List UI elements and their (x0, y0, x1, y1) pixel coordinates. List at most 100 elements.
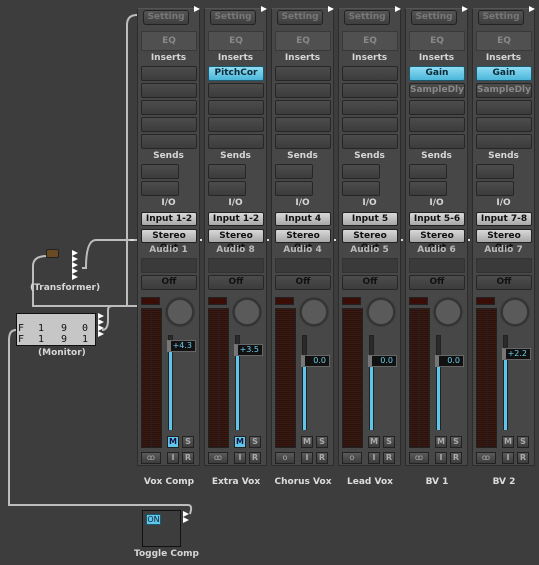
insert-slot[interactable]: SampleDly (409, 83, 465, 98)
insert-slot[interactable] (141, 66, 197, 81)
input-button[interactable]: Input 1-2 (208, 212, 264, 226)
insert-slot[interactable] (141, 83, 197, 98)
group-slot[interactable] (342, 258, 398, 273)
input-monitor-button[interactable]: I (167, 452, 179, 464)
automation-button[interactable]: Off (275, 275, 331, 290)
insert-slot[interactable] (141, 117, 197, 132)
mute-button[interactable]: M (368, 436, 380, 448)
fader-value[interactable]: +3.5 (234, 344, 263, 356)
pan-knob[interactable] (299, 297, 329, 327)
mute-button[interactable]: M (435, 436, 447, 448)
output-button[interactable]: Stereo Out (208, 229, 264, 253)
stereo-format-button[interactable]: ꝏ (208, 452, 228, 464)
clip-indicator[interactable] (208, 297, 227, 305)
output-button[interactable]: Stereo Out (409, 229, 465, 253)
insert-slot[interactable] (409, 100, 465, 115)
output-button[interactable]: Stereo Out (476, 229, 532, 253)
automation-button[interactable]: Off (409, 275, 465, 290)
output-port-icon[interactable] (194, 6, 200, 12)
automation-button[interactable]: Off (208, 275, 264, 290)
insert-slot[interactable] (476, 134, 532, 149)
automation-button[interactable]: Off (342, 275, 398, 290)
fader-value[interactable]: 0.0 (301, 355, 330, 367)
send-slot[interactable] (275, 164, 313, 179)
send-slot[interactable] (476, 164, 514, 179)
insert-slot[interactable] (342, 100, 398, 115)
record-enable-button[interactable]: R (316, 452, 328, 464)
output-button[interactable]: Stereo Out (342, 229, 398, 253)
fader-value[interactable]: +4.3 (167, 340, 196, 352)
insert-slot[interactable] (275, 100, 331, 115)
eq-display[interactable]: EQ (409, 31, 465, 51)
output-port-icon[interactable] (529, 6, 535, 12)
input-monitor-button[interactable]: I (368, 452, 380, 464)
send-slot[interactable] (476, 181, 514, 196)
send-slot[interactable] (141, 181, 179, 196)
mono-format-button[interactable]: o (275, 452, 295, 464)
insert-slot[interactable] (409, 117, 465, 132)
pan-knob[interactable] (232, 297, 262, 327)
clip-indicator[interactable] (141, 297, 160, 305)
insert-slot[interactable]: PitchCor (208, 66, 264, 81)
send-slot[interactable] (409, 181, 447, 196)
send-slot[interactable] (141, 164, 179, 179)
eq-display[interactable]: EQ (208, 31, 264, 51)
insert-slot[interactable] (275, 134, 331, 149)
input-button[interactable]: Input 7-8 (476, 212, 532, 226)
record-enable-button[interactable]: R (182, 452, 194, 464)
insert-slot[interactable] (208, 117, 264, 132)
insert-slot[interactable] (275, 66, 331, 81)
insert-slot[interactable] (476, 117, 532, 132)
toggle-comp-object[interactable]: ON (142, 510, 181, 547)
output-port-icon[interactable] (261, 6, 267, 12)
solo-button[interactable]: S (316, 436, 328, 448)
insert-slot[interactable] (342, 83, 398, 98)
output-port-icon[interactable] (183, 517, 189, 523)
transformer-icon[interactable] (46, 249, 59, 258)
automation-button[interactable]: Off (476, 275, 532, 290)
insert-slot[interactable] (275, 117, 331, 132)
clip-indicator[interactable] (476, 297, 495, 305)
clip-indicator[interactable] (342, 297, 361, 305)
pan-knob[interactable] (366, 297, 396, 327)
solo-button[interactable]: S (450, 436, 462, 448)
clip-indicator[interactable] (409, 297, 428, 305)
insert-slot[interactable]: Gain (409, 66, 465, 81)
insert-slot[interactable] (342, 66, 398, 81)
insert-slot[interactable] (476, 100, 532, 115)
setting-button[interactable]: Setting (143, 10, 189, 25)
insert-slot[interactable] (342, 134, 398, 149)
record-enable-button[interactable]: R (517, 452, 529, 464)
group-slot[interactable] (208, 258, 264, 273)
eq-display[interactable]: EQ (476, 31, 532, 51)
insert-slot[interactable] (141, 134, 197, 149)
send-slot[interactable] (342, 181, 380, 196)
solo-button[interactable]: S (517, 436, 529, 448)
setting-button[interactable]: Setting (277, 10, 323, 25)
insert-slot[interactable] (208, 134, 264, 149)
insert-slot[interactable] (208, 100, 264, 115)
output-port-icon[interactable] (98, 331, 104, 337)
input-monitor-button[interactable]: I (301, 452, 313, 464)
stereo-format-button[interactable]: ꝏ (476, 452, 496, 464)
send-slot[interactable] (342, 164, 380, 179)
eq-display[interactable]: EQ (275, 31, 331, 51)
input-monitor-button[interactable]: I (435, 452, 447, 464)
input-monitor-button[interactable]: I (502, 452, 514, 464)
insert-slot[interactable] (141, 100, 197, 115)
send-slot[interactable] (409, 164, 447, 179)
stereo-format-button[interactable]: ꝏ (141, 452, 161, 464)
insert-slot[interactable] (409, 134, 465, 149)
automation-button[interactable]: Off (141, 275, 197, 290)
insert-slot[interactable] (275, 83, 331, 98)
group-slot[interactable] (476, 258, 532, 273)
mute-button[interactable]: M (167, 436, 179, 448)
setting-button[interactable]: Setting (478, 10, 524, 25)
eq-display[interactable]: EQ (141, 31, 197, 51)
send-slot[interactable] (208, 164, 246, 179)
mute-button[interactable]: M (301, 436, 313, 448)
fader-value[interactable]: 0.0 (368, 355, 397, 367)
monitor-object[interactable]: F 1 9 0 F 1 9 1 (16, 313, 96, 346)
setting-button[interactable]: Setting (344, 10, 390, 25)
group-slot[interactable] (409, 258, 465, 273)
